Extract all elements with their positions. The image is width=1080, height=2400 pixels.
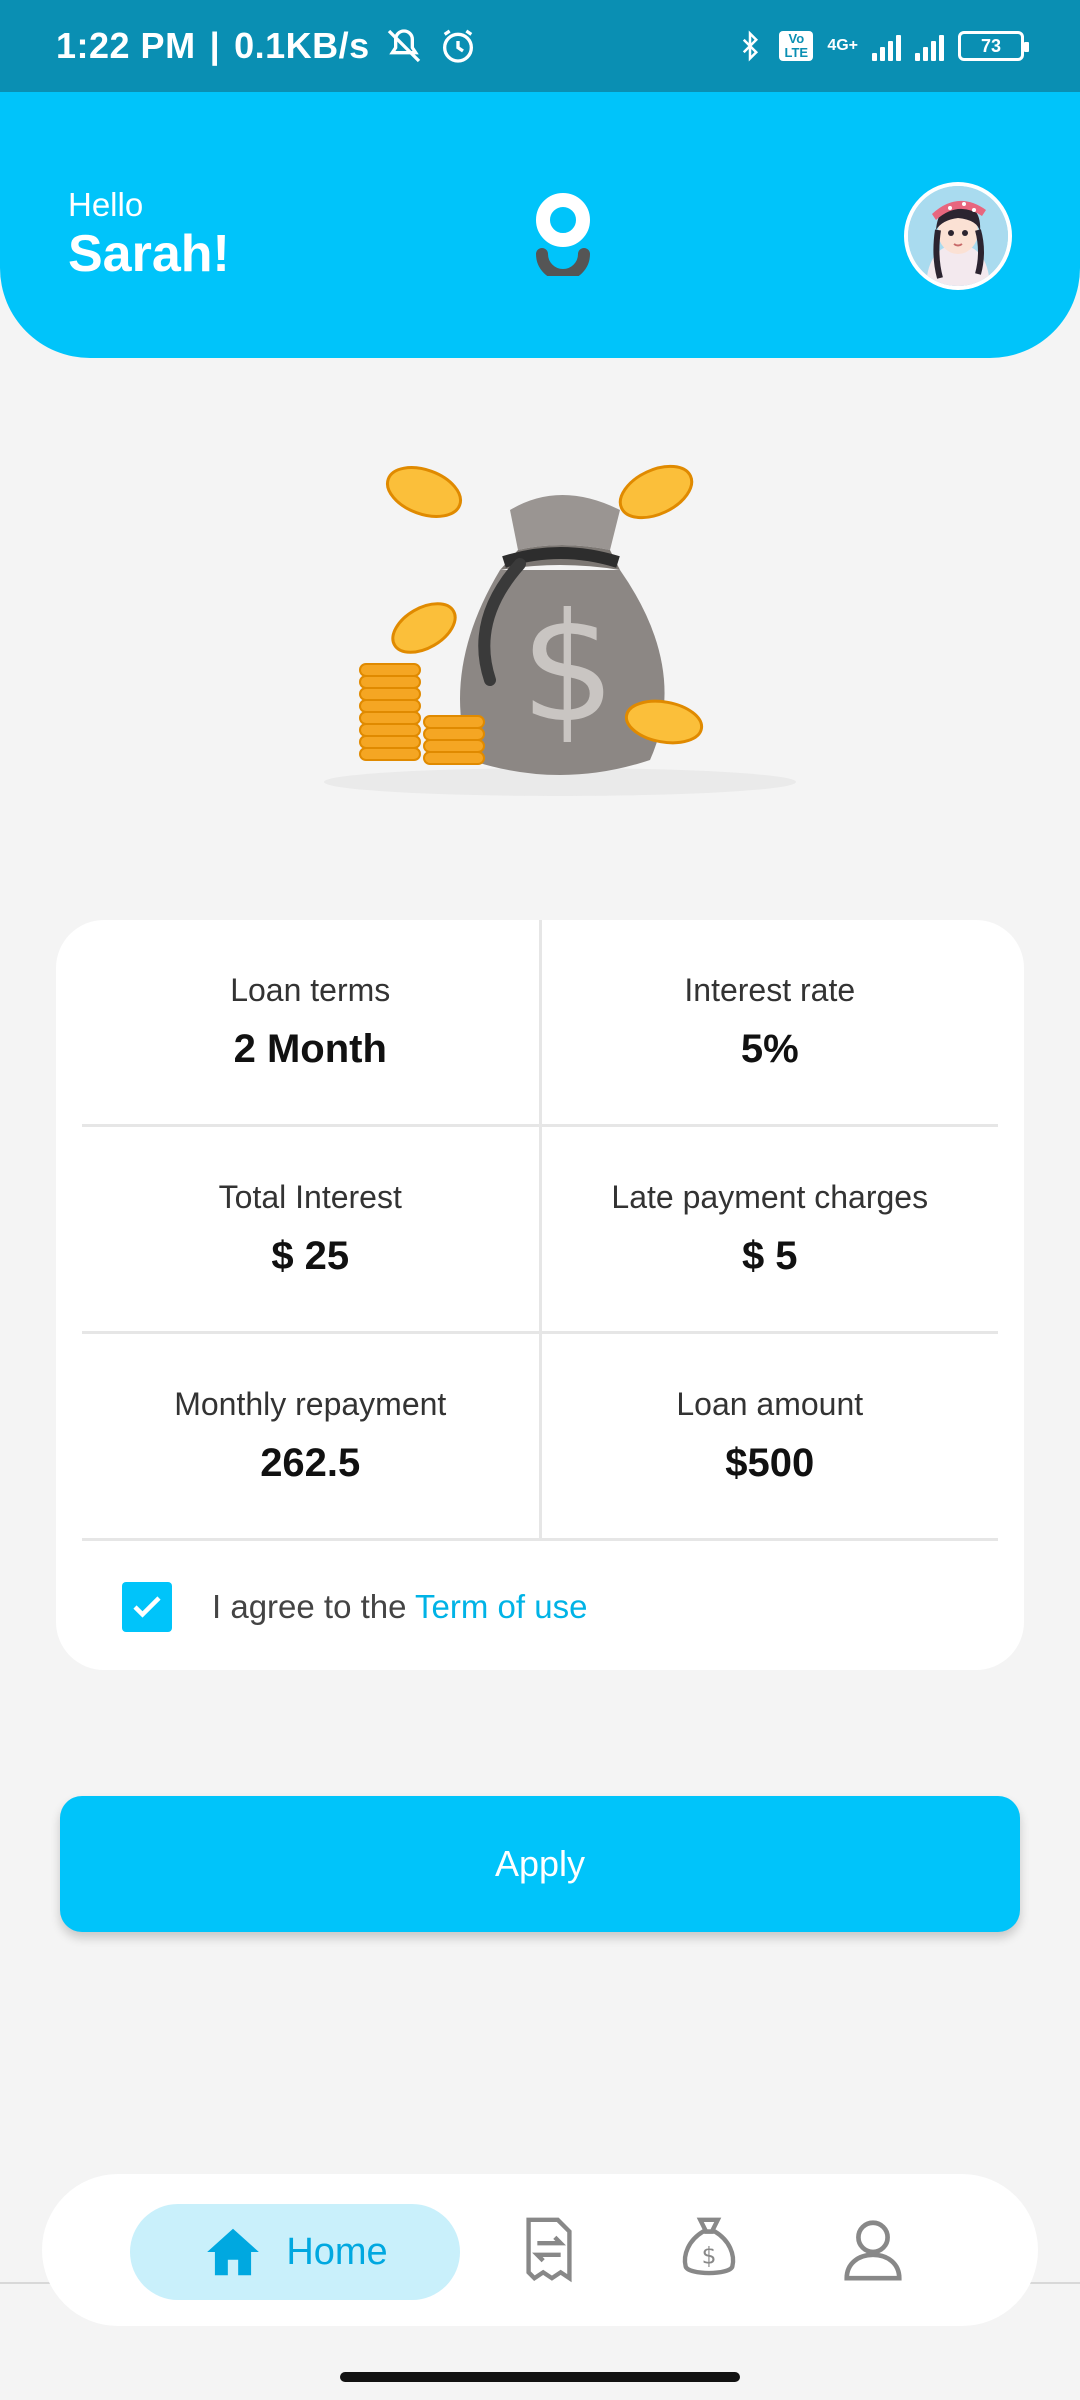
volte-icon: Vo LTE: [779, 31, 814, 61]
svg-text:$: $: [702, 2242, 717, 2270]
avatar-portrait-icon: [908, 186, 1008, 286]
money-bag-illustration: $: [324, 464, 796, 796]
total-interest-value: $ 25: [271, 1234, 350, 1278]
terms-agreement: I agree to the Term of use: [122, 1582, 587, 1632]
home-icon: [207, 2228, 260, 2276]
mute-icon: [387, 29, 420, 63]
signal-icon-2: [915, 31, 944, 61]
bottom-nav: Home $: [42, 2174, 1038, 2326]
money-bag-icon[interactable]: $: [674, 2214, 744, 2284]
interest-rate-cell: Interest rate 5%: [542, 920, 999, 1124]
terms-text: I agree to the Term of use: [212, 1588, 587, 1626]
apply-button[interactable]: Apply: [60, 1796, 1020, 1932]
app-header: Hello Sarah!: [0, 92, 1080, 358]
loan-amount-value: $500: [725, 1441, 815, 1485]
loan-amount-label: Loan amount: [676, 1386, 864, 1422]
nav-home[interactable]: Home: [130, 2204, 460, 2300]
nav-home-label: Home: [286, 2230, 388, 2273]
greeting-text: Hello: [68, 186, 144, 223]
loan-details-card: Loan terms 2 Month Interest rate 5% Tota…: [56, 920, 1024, 1670]
loan-details-grid: Loan terms 2 Month Interest rate 5% Tota…: [82, 920, 998, 1541]
status-right: Vo LTE 4G+ 73: [735, 28, 1029, 64]
bluetooth-icon: [743, 30, 759, 62]
dollar-sign-icon: $: [520, 582, 615, 756]
monthly-repayment-cell: Monthly repayment 262.5: [82, 1334, 542, 1538]
loan-amount-cell: Loan amount $500: [542, 1334, 999, 1538]
loan-terms-label: Loan terms: [230, 972, 391, 1008]
status-left: 1:22 PM | 0.1KB/s: [56, 25, 478, 67]
status-speed: 0.1KB/s: [234, 25, 370, 66]
loan-details-row: Monthly repayment 262.5 Loan amount $500: [82, 1334, 998, 1541]
status-bar: 1:22 PM | 0.1KB/s Vo LTE 4G+ 73: [0, 0, 1080, 92]
late-payment-label: Late payment charges: [611, 1179, 929, 1215]
user-icon[interactable]: [838, 2214, 908, 2284]
avatar[interactable]: [904, 182, 1012, 290]
alarm-icon: [442, 29, 473, 63]
total-interest-cell: Total Interest $ 25: [82, 1127, 542, 1331]
total-interest-label: Total Interest: [218, 1179, 402, 1215]
battery-icon: 73: [958, 31, 1029, 61]
terms-of-use-link[interactable]: Term of use: [415, 1588, 587, 1625]
home-indicator: [340, 2372, 740, 2382]
signal-icon: [872, 31, 901, 61]
loan-details-row: Total Interest $ 25 Late payment charges…: [82, 1127, 998, 1334]
monthly-repayment-value: 262.5: [260, 1441, 361, 1485]
late-payment-value: $ 5: [741, 1234, 798, 1278]
interest-rate-value: 5%: [740, 1027, 799, 1071]
terms-checkbox[interactable]: [122, 1582, 172, 1632]
app-logo-icon: [536, 193, 590, 276]
terms-prefix: I agree to the: [212, 1588, 416, 1625]
loan-terms-cell: Loan terms 2 Month: [82, 920, 542, 1124]
loan-details-row: Loan terms 2 Month Interest rate 5%: [82, 920, 998, 1127]
document-icon[interactable]: [514, 2214, 584, 2284]
user-name: Sarah!: [68, 225, 230, 283]
late-payment-cell: Late payment charges $ 5: [542, 1127, 999, 1331]
battery-level: 73: [980, 35, 1002, 56]
monthly-repayment-label: Monthly repayment: [174, 1386, 447, 1422]
status-time: 1:22 PM: [56, 25, 196, 66]
network-type-label: 4G+: [827, 37, 858, 54]
checkmark-icon: [133, 1596, 161, 1618]
interest-rate-label: Interest rate: [684, 972, 856, 1008]
loan-terms-value: 2 Month: [233, 1027, 387, 1071]
